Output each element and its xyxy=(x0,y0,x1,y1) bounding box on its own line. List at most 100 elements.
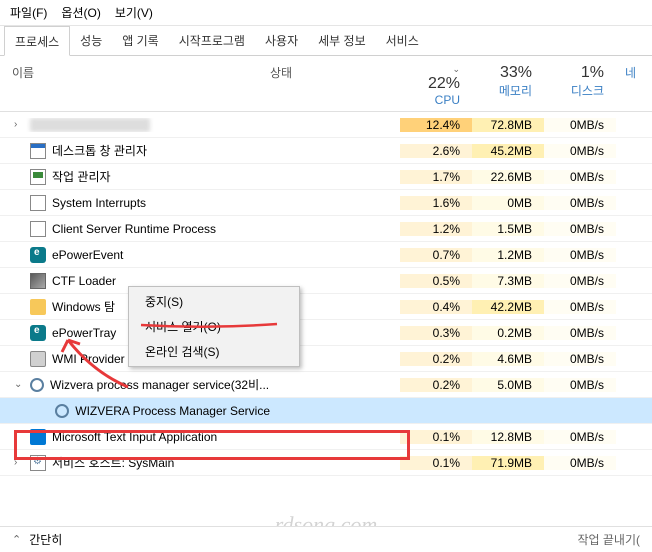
chevron-up-icon[interactable]: ⌃ xyxy=(12,533,21,546)
process-name: Windows 탐 xyxy=(52,298,115,315)
header-memory[interactable]: 33% 메모리 xyxy=(472,64,544,107)
disk-value: 0MB/s xyxy=(544,352,616,366)
process-row[interactable]: ⌄ Wizvera process manager service(32비... 0… xyxy=(0,372,652,398)
process-row[interactable]: 데스크톱 창 관리자2.6%45.2MB0MB/s xyxy=(0,138,652,164)
mon-icon xyxy=(30,169,46,185)
process-row[interactable]: 작업 관리자1.7%22.6MB0MB/s xyxy=(0,164,652,190)
disk-percent: 1% xyxy=(581,64,604,82)
tab-6[interactable]: 서비스 xyxy=(376,26,429,55)
cpu-value: 0.3% xyxy=(400,326,472,340)
disk-value: 0MB/s xyxy=(544,300,616,314)
cpu-value: 0.2% xyxy=(400,378,472,392)
process-row[interactable]: WIZVERA Process Manager Service xyxy=(0,398,652,424)
gear-icon xyxy=(55,404,69,418)
gear-icon xyxy=(30,378,44,392)
memory-value: 0.2MB xyxy=(472,326,544,340)
header-name[interactable]: 이름 xyxy=(0,64,270,107)
footer: ⌃ 간단히 작업 끝내기( xyxy=(0,526,652,552)
cpu-value: 1.6% xyxy=(400,196,472,210)
sort-arrow-icon: ⌄ xyxy=(452,64,460,75)
tab-0[interactable]: 프로세스 xyxy=(4,26,70,56)
process-row[interactable]: WMI Provider Host0.2%4.6MB0MB/s xyxy=(0,346,652,372)
ms-icon xyxy=(30,429,46,445)
mem-label: 메모리 xyxy=(499,82,532,99)
memory-value: 1.5MB xyxy=(472,222,544,236)
expander-icon[interactable]: › xyxy=(14,119,24,130)
header-disk[interactable]: 1% 디스크 xyxy=(544,64,616,107)
disk-value: 0MB/s xyxy=(544,378,616,392)
memory-value: 42.2MB xyxy=(472,300,544,314)
expander-icon[interactable]: ⌄ xyxy=(14,379,24,390)
disk-label: 디스크 xyxy=(571,82,604,99)
cpu-value: 0.4% xyxy=(400,300,472,314)
process-list[interactable]: ›12.4%72.8MB0MB/s데스크톱 창 관리자2.6%45.2MB0MB… xyxy=(0,112,652,552)
process-name: Wizvera process manager service(32비... xyxy=(50,376,269,393)
sys-icon xyxy=(30,195,46,211)
process-row[interactable]: ›Microsoft Text Input Application0.1%12.… xyxy=(0,424,652,450)
tab-4[interactable]: 사용자 xyxy=(255,26,308,55)
process-name: WIZVERA Process Manager Service xyxy=(75,404,270,418)
ep-icon xyxy=(30,325,46,341)
memory-value: 72.8MB xyxy=(472,118,544,132)
process-row[interactable]: ePowerEvent0.7%1.2MB0MB/s xyxy=(0,242,652,268)
process-row[interactable]: Client Server Runtime Process 1.2%1.5MB0M… xyxy=(0,216,652,242)
cpu-value: 1.2% xyxy=(400,222,472,236)
tab-5[interactable]: 세부 정보 xyxy=(308,26,376,55)
header-cpu[interactable]: ⌄ 22% CPU xyxy=(400,64,472,107)
process-name: Client Server Runtime Process xyxy=(52,222,216,236)
disk-value: 0MB/s xyxy=(544,248,616,262)
memory-value: 4.6MB xyxy=(472,352,544,366)
cpu-value: 12.4% xyxy=(400,118,472,132)
expander-icon[interactable]: › xyxy=(14,457,24,468)
cpu-value: 0.2% xyxy=(400,352,472,366)
context-menu-item-1[interactable]: 서비스 열기(O) xyxy=(131,314,297,339)
disk-value: 0MB/s xyxy=(544,326,616,340)
memory-value: 5.0MB xyxy=(472,378,544,392)
tab-1[interactable]: 성능 xyxy=(70,26,112,55)
context-menu-item-2[interactable]: 온라인 검색(S) xyxy=(131,339,297,364)
menu-file[interactable]: 파일(F) xyxy=(10,4,47,21)
disk-value: 0MB/s xyxy=(544,222,616,236)
svc-icon xyxy=(30,455,46,471)
memory-value: 45.2MB xyxy=(472,144,544,158)
cpu-value: 0.5% xyxy=(400,274,472,288)
disk-value: 0MB/s xyxy=(544,144,616,158)
memory-value: 71.9MB xyxy=(472,456,544,470)
process-name: Microsoft Text Input Application xyxy=(52,430,217,444)
disk-value: 0MB/s xyxy=(544,170,616,184)
cpu-label: CPU xyxy=(435,93,460,107)
cpu-percent: 22% xyxy=(428,75,460,93)
context-menu-item-0[interactable]: 중지(S) xyxy=(131,289,297,314)
footer-right[interactable]: 작업 끝내기( xyxy=(577,531,640,548)
memory-value: 0MB xyxy=(472,196,544,210)
footer-label[interactable]: 간단히 xyxy=(29,531,62,548)
menu-options[interactable]: 옵션(O) xyxy=(61,4,100,21)
process-row[interactable]: Windows 탐 0.4%42.2MB0MB/s xyxy=(0,294,652,320)
header-status[interactable]: 상태 xyxy=(270,64,400,107)
process-row[interactable]: ›12.4%72.8MB0MB/s xyxy=(0,112,652,138)
process-row[interactable]: System Interrupts1.6%0MB0MB/s xyxy=(0,190,652,216)
ctf-icon xyxy=(30,273,46,289)
process-row[interactable]: ePowerTray0.3%0.2MB0MB/s xyxy=(0,320,652,346)
expander-icon[interactable]: › xyxy=(14,431,24,442)
process-name: 데스크톱 창 관리자 xyxy=(52,142,147,159)
disk-value: 0MB/s xyxy=(544,456,616,470)
window-icon xyxy=(30,143,46,159)
disk-value: 0MB/s xyxy=(544,430,616,444)
process-name: CTF Loader xyxy=(52,274,116,288)
cpu-value: 0.1% xyxy=(400,456,472,470)
tab-3[interactable]: 시작프로그램 xyxy=(169,26,255,55)
cpu-value: 0.7% xyxy=(400,248,472,262)
wmi-icon xyxy=(30,351,46,367)
tab-2[interactable]: 앱 기록 xyxy=(112,26,168,55)
net-label: 네 xyxy=(625,64,636,81)
process-row[interactable]: CTF Loader0.5%7.3MB0MB/s xyxy=(0,268,652,294)
memory-value: 22.6MB xyxy=(472,170,544,184)
process-row[interactable]: › 서비스 호스트: SysMain 0.1%71.9MB0MB/s xyxy=(0,450,652,476)
memory-value: 1.2MB xyxy=(472,248,544,262)
menu-view[interactable]: 보기(V) xyxy=(115,4,153,21)
process-name: 서비스 호스트: SysMain xyxy=(52,454,174,471)
disk-value: 0MB/s xyxy=(544,196,616,210)
header-network[interactable]: 네 xyxy=(616,64,636,107)
cpu-value: 1.7% xyxy=(400,170,472,184)
